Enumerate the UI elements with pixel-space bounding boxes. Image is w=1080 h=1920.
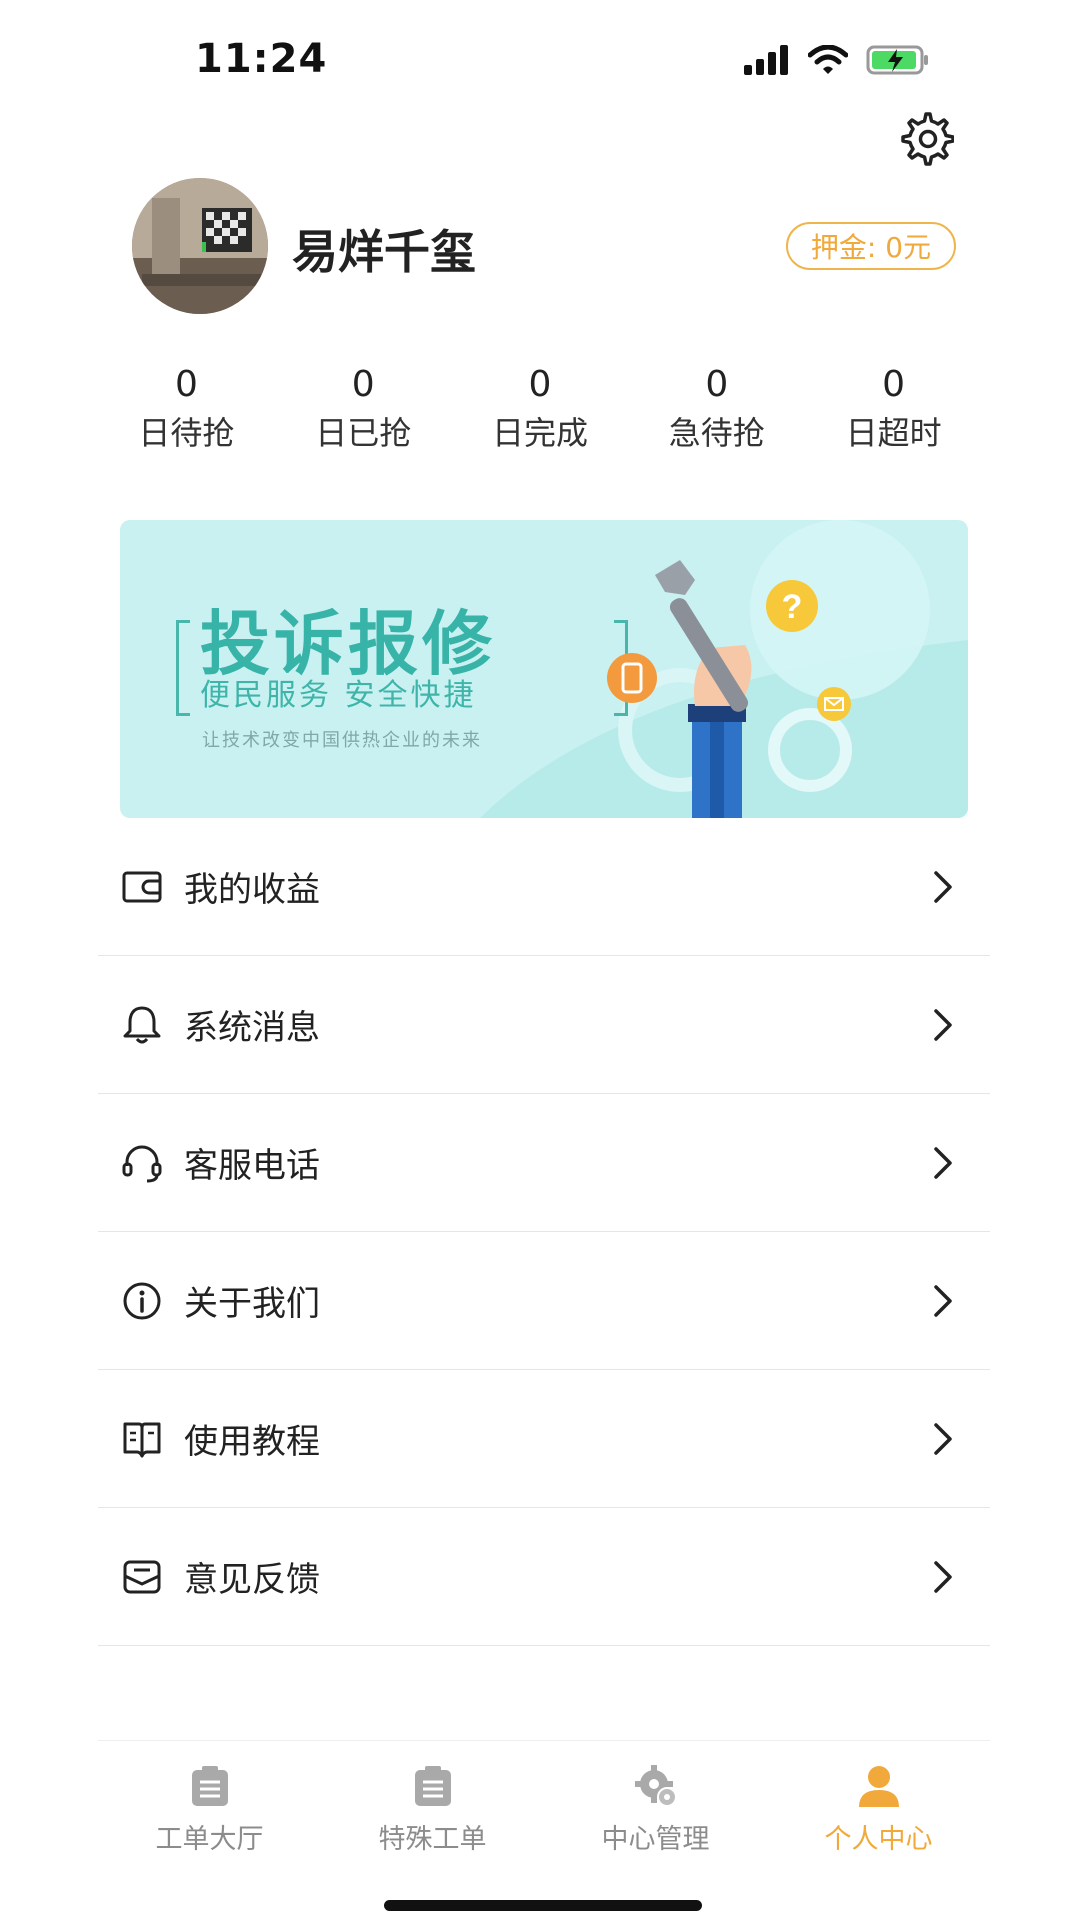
- tab-label: 个人中心: [824, 1824, 933, 1855]
- tab-special-orders[interactable]: 特殊工单: [321, 1741, 544, 1860]
- mail-icon: [120, 1555, 164, 1599]
- stat-value: 0: [882, 364, 906, 405]
- stat-value: 0: [528, 364, 552, 405]
- chevron-right-icon: [934, 1146, 952, 1179]
- repair-banner[interactable]: 投诉报修 便民服务 安全快捷 让技术改变中国供热企业的未来 ?: [120, 520, 968, 818]
- stats-row: 0 日待抢 0 日已抢 0 日完成 0 急待抢 0 日超时: [98, 360, 982, 456]
- stat-value: 0: [705, 364, 729, 405]
- wifi-icon: [808, 45, 848, 74]
- tab-personal-center[interactable]: 个人中心: [767, 1741, 990, 1860]
- stat-value: 0: [174, 364, 198, 405]
- stat-label: 日待抢: [138, 414, 235, 452]
- gear-icon: [634, 1765, 677, 1807]
- headset-icon: [120, 1141, 164, 1185]
- home-indicator: [384, 1900, 702, 1911]
- menu-item-earnings[interactable]: 我的收益: [98, 818, 990, 956]
- chevron-right-icon: [934, 1008, 952, 1041]
- wrench-hand-illustration: ?: [607, 560, 851, 818]
- book-icon: [120, 1417, 164, 1461]
- tab-label: 特殊工单: [378, 1824, 487, 1855]
- tab-work-order-hall[interactable]: 工单大厅: [98, 1741, 321, 1860]
- stat-item[interactable]: 0 日已抢: [275, 360, 452, 456]
- chevron-right-icon: [934, 1560, 952, 1593]
- chevron-right-icon: [934, 870, 952, 903]
- menu-item-system-messages[interactable]: 系统消息: [98, 956, 990, 1094]
- tab-label: 中心管理: [601, 1824, 710, 1855]
- menu-item-label: 使用教程: [184, 1422, 320, 1462]
- avatar[interactable]: [132, 178, 268, 314]
- deposit-badge[interactable]: 押金: 0元: [786, 222, 956, 270]
- menu-item-label: 关于我们: [184, 1284, 320, 1324]
- stat-item[interactable]: 0 日超时: [805, 360, 982, 456]
- clipboard-icon: [414, 1766, 451, 1806]
- clipboard-icon: [191, 1766, 228, 1806]
- tab-center-management[interactable]: 中心管理: [544, 1741, 767, 1860]
- cellular-signal-icon: [744, 45, 788, 75]
- stat-item[interactable]: 0 日完成: [452, 360, 629, 456]
- person-icon: [858, 1766, 899, 1807]
- battery-charging-icon: [866, 45, 928, 75]
- svg-text:?: ?: [782, 588, 803, 626]
- stat-label: 日完成: [491, 414, 588, 452]
- menu-item-customer-service[interactable]: 客服电话: [98, 1094, 990, 1232]
- menu-list: 我的收益 系统消息 客服电话 关于我们 使用教程 意见反馈: [98, 818, 990, 1646]
- bell-icon: [120, 1003, 164, 1047]
- bottom-tab-bar: 工单大厅 特殊工单 中心管理 个人中心: [98, 1740, 990, 1860]
- avatar-photo: [132, 178, 268, 314]
- status-icons: [744, 44, 930, 76]
- stat-value: 0: [351, 364, 375, 405]
- stat-label: 日超时: [845, 414, 942, 452]
- menu-item-label: 我的收益: [184, 870, 320, 910]
- menu-item-label: 客服电话: [184, 1146, 320, 1186]
- stat-label: 日已抢: [315, 414, 412, 452]
- chevron-right-icon: [934, 1284, 952, 1317]
- status-time: 11:24: [195, 36, 328, 82]
- menu-item-tutorial[interactable]: 使用教程: [98, 1370, 990, 1508]
- menu-item-label: 系统消息: [184, 1008, 320, 1048]
- tab-label: 工单大厅: [155, 1824, 264, 1855]
- menu-item-about-us[interactable]: 关于我们: [98, 1232, 990, 1370]
- stat-label: 急待抢: [668, 414, 765, 452]
- username: 易烊千玺: [292, 225, 476, 279]
- status-bar: 11:24: [0, 0, 1080, 110]
- gear-icon: [901, 112, 955, 166]
- stat-item[interactable]: 0 急待抢: [628, 360, 805, 456]
- info-icon: [120, 1279, 164, 1323]
- chevron-right-icon: [934, 1422, 952, 1455]
- menu-item-feedback[interactable]: 意见反馈: [98, 1508, 990, 1646]
- wallet-icon: [120, 865, 164, 909]
- stat-item[interactable]: 0 日待抢: [98, 360, 275, 456]
- menu-item-label: 意见反馈: [184, 1560, 320, 1600]
- settings-button[interactable]: [898, 110, 955, 166]
